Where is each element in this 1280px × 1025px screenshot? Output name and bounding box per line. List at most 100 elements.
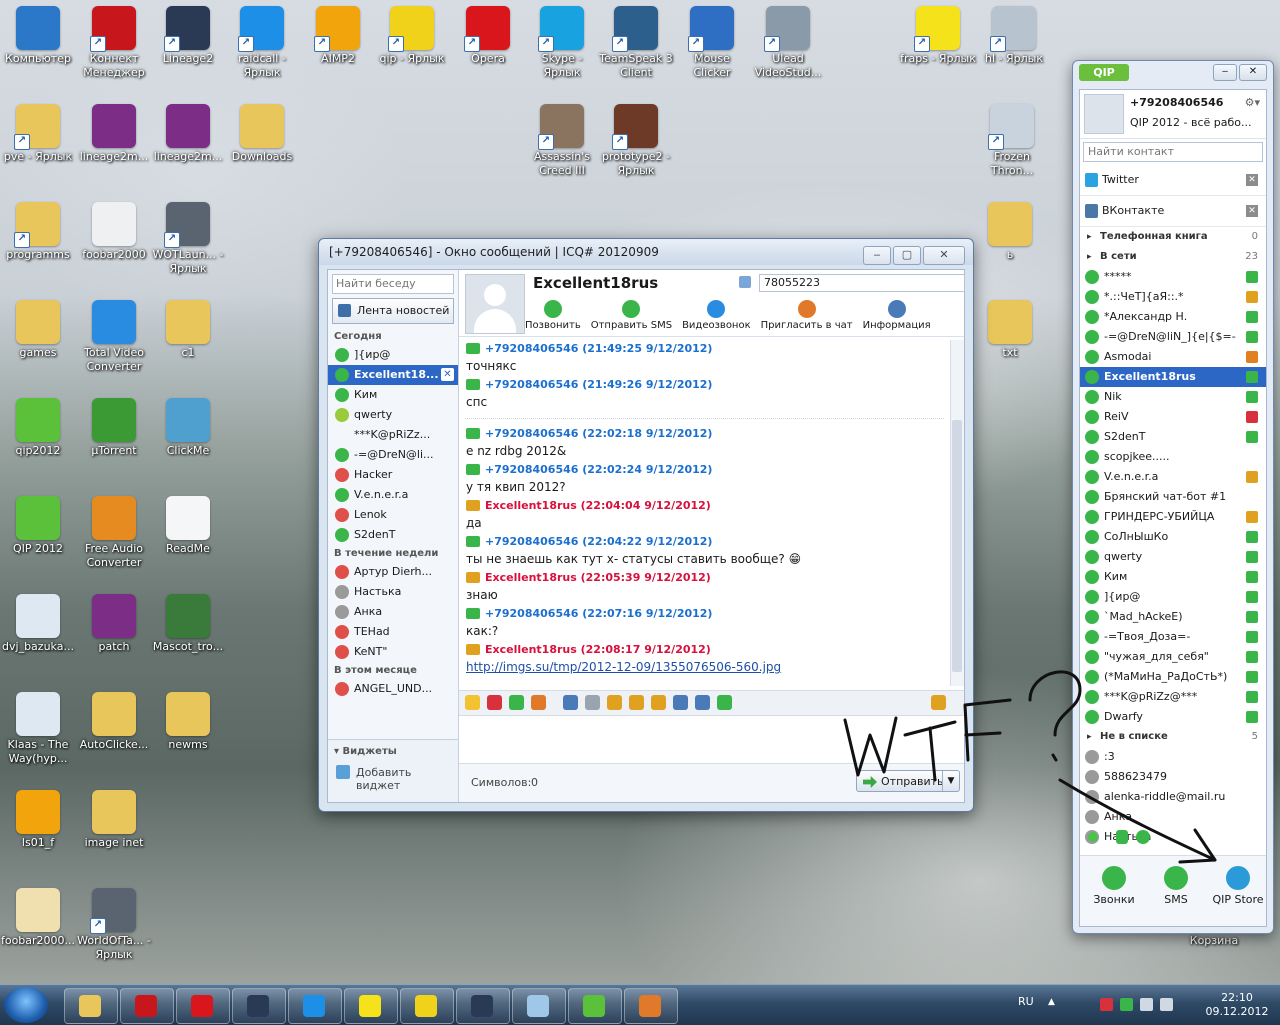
contact-item[interactable]: alenka-riddle@mail.ru xyxy=(1080,787,1266,807)
gear-icon[interactable]: ⚙▾ xyxy=(1245,96,1260,109)
conversation-item[interactable]: Ким xyxy=(328,385,458,405)
contact-item[interactable]: scopjkee..... xyxy=(1080,447,1266,467)
desktop-icon[interactable]: ↗ WorldOfTa... - Ярлык xyxy=(76,888,152,962)
taskbar-item[interactable] xyxy=(624,988,678,1024)
start-button[interactable] xyxy=(4,987,48,1023)
contact-item[interactable]: Dwarfy xyxy=(1080,707,1266,727)
conversation-item[interactable]: S2denT xyxy=(328,525,458,545)
minimize-button[interactable]: ‒ xyxy=(863,246,891,265)
desktop-icon[interactable]: qip2012 xyxy=(0,398,76,458)
desktop-icon[interactable]: image inet xyxy=(76,790,152,850)
conversation-search-input[interactable]: Найти беседу xyxy=(332,274,454,294)
clock[interactable]: 22:10 09.12.2012 xyxy=(1202,991,1272,1019)
save-icon[interactable] xyxy=(563,695,578,710)
conversation-item[interactable]: ]{ир@ xyxy=(328,345,458,365)
conversation-item[interactable]: Lenok xyxy=(328,505,458,525)
desktop-icon[interactable]: µTorrent xyxy=(76,398,152,458)
conversation-item[interactable]: Настька xyxy=(328,582,458,602)
message-link[interactable]: http://imgs.su/tmp/2012-12-09/1355076506… xyxy=(465,658,944,676)
desktop-icon[interactable]: games xyxy=(0,300,76,360)
desktop-icon[interactable]: ↗ TeamSpeak 3 Client xyxy=(598,6,674,80)
contact-item[interactable]: Настька xyxy=(1080,827,1266,847)
taskbar-item[interactable] xyxy=(400,988,454,1024)
desktop-icon[interactable]: ↗ fraps - Ярлык xyxy=(900,6,976,66)
taskbar-item[interactable] xyxy=(120,988,174,1024)
tray-expand-icon[interactable]: ▲ xyxy=(1048,997,1055,1007)
chat-action-button[interactable]: Видеозвонок xyxy=(682,300,751,331)
send-button[interactable]: Отправить ▼ xyxy=(856,770,960,792)
contact-item[interactable]: Ким xyxy=(1080,567,1266,587)
desktop-icon[interactable]: AutoClicke... xyxy=(76,692,152,752)
conversation-item[interactable]: Excellent18... ✕ xyxy=(328,365,458,385)
gear-icon[interactable] xyxy=(931,695,946,710)
maximize-button[interactable]: ▢ xyxy=(893,246,921,265)
desktop-icon[interactable]: foobar2000 xyxy=(76,202,152,262)
contact-item[interactable]: :3 xyxy=(1080,747,1266,767)
history-icon[interactable] xyxy=(629,695,644,710)
close-conversation-icon[interactable]: ✕ xyxy=(441,368,454,381)
desktop-icon[interactable]: ↗ qip - Ярлык xyxy=(374,6,450,66)
conversation-item[interactable]: Артур Dierh... xyxy=(328,562,458,582)
contact-item[interactable]: qwerty xyxy=(1080,547,1266,567)
desktop-icon[interactable]: ↗ WOTLaun... - Ярлык xyxy=(150,202,226,276)
contact-item[interactable]: S2denT xyxy=(1080,427,1266,447)
service-item[interactable]: ВКонтакте ✕ xyxy=(1080,196,1266,227)
group-online[interactable]: ▸ В сети 23 xyxy=(1080,247,1266,267)
smiley-icon[interactable] xyxy=(465,695,480,710)
widgets-header[interactable]: ▾ Виджеты xyxy=(328,740,458,760)
desktop-icon[interactable]: Klaas - The Way(hyp... xyxy=(0,692,76,766)
conversation-item[interactable]: qwerty xyxy=(328,405,458,425)
desktop-icon[interactable]: newms xyxy=(150,692,226,752)
desktop-icon[interactable]: ↗ Skype - Ярлык xyxy=(524,6,600,80)
desktop-icon[interactable]: lineage2m... xyxy=(150,104,226,164)
group-not-in-list[interactable]: ▸ Не в списке 5 xyxy=(1080,727,1266,747)
desktop-icon[interactable]: ↗ Mouse Clicker xyxy=(674,6,750,80)
taskbar-item[interactable] xyxy=(288,988,342,1024)
chat-action-button[interactable]: Информация xyxy=(863,300,931,331)
desktop-icon[interactable]: ls01_f xyxy=(0,790,76,850)
group-phonebook[interactable]: ▸ Телефонная книга 0 xyxy=(1080,227,1266,247)
desktop-icon[interactable]: ↗ AIMP2 xyxy=(300,6,376,66)
taskbar-item[interactable] xyxy=(344,988,398,1024)
translit-icon[interactable] xyxy=(651,695,666,710)
taskbar-item[interactable] xyxy=(512,988,566,1024)
history-icon[interactable] xyxy=(607,695,622,710)
gift-icon[interactable] xyxy=(509,695,524,710)
desktop-icon[interactable]: Free Audio Converter xyxy=(76,496,152,570)
calendar-icon[interactable] xyxy=(531,695,546,710)
tray-qip-icon[interactable] xyxy=(1120,998,1133,1011)
contact-number-field[interactable]: 78055223 xyxy=(759,274,965,292)
taskbar-item[interactable] xyxy=(64,988,118,1024)
contact-item[interactable]: Анка xyxy=(1080,807,1266,827)
taskbar-item[interactable] xyxy=(568,988,622,1024)
conversation-item[interactable]: TEHad xyxy=(328,622,458,642)
conversation-item[interactable]: V.e.n.e.r.a xyxy=(328,485,458,505)
qip-avatar[interactable] xyxy=(1084,94,1124,134)
service-item[interactable]: Twitter ✕ xyxy=(1080,165,1266,196)
desktop-icon[interactable]: ь xyxy=(972,202,1048,262)
tray-flag-icon[interactable] xyxy=(1100,998,1113,1011)
contact-item[interactable]: (*МаМиНа_РаДоСтЬ*) xyxy=(1080,667,1266,687)
desktop-icon[interactable]: Total Video Converter xyxy=(76,300,152,374)
qip-bottom-button[interactable]: QIP Store xyxy=(1208,866,1268,906)
send-file-icon[interactable] xyxy=(695,695,710,710)
desktop-icon[interactable]: ↗ Ulead VideoStud... xyxy=(750,6,826,80)
contact-item[interactable]: *.::ЧеТ]{аЯ::.* xyxy=(1080,287,1266,307)
contact-item[interactable]: Брянский чат-бот #1 xyxy=(1080,487,1266,507)
contact-item[interactable]: Asmodai xyxy=(1080,347,1266,367)
language-indicator[interactable]: RU xyxy=(1018,995,1048,1008)
desktop-icon[interactable]: c1 xyxy=(150,300,226,360)
desktop-icon[interactable]: Компьютер xyxy=(0,6,76,66)
contact-item[interactable]: -=@DreN@liN_]{e|{$=- xyxy=(1080,327,1266,347)
desktop-icon[interactable]: ↗ pve - Ярлык xyxy=(0,104,76,164)
contact-card-icon[interactable] xyxy=(739,276,751,288)
settings-icon[interactable] xyxy=(585,695,600,710)
contact-item[interactable]: -=Твоя_Доза=- xyxy=(1080,627,1266,647)
qip-minimize-button[interactable]: ‒ xyxy=(1213,64,1237,81)
desktop-icon[interactable]: ↗ Lineage2 xyxy=(150,6,226,66)
taskbar-item[interactable] xyxy=(176,988,230,1024)
taskbar-item[interactable] xyxy=(232,988,286,1024)
contact-item[interactable]: `Mad_hAckeE) xyxy=(1080,607,1266,627)
desktop-icon[interactable]: ↗ raidcall - Ярлык xyxy=(224,6,300,80)
taskbar-item[interactable] xyxy=(456,988,510,1024)
